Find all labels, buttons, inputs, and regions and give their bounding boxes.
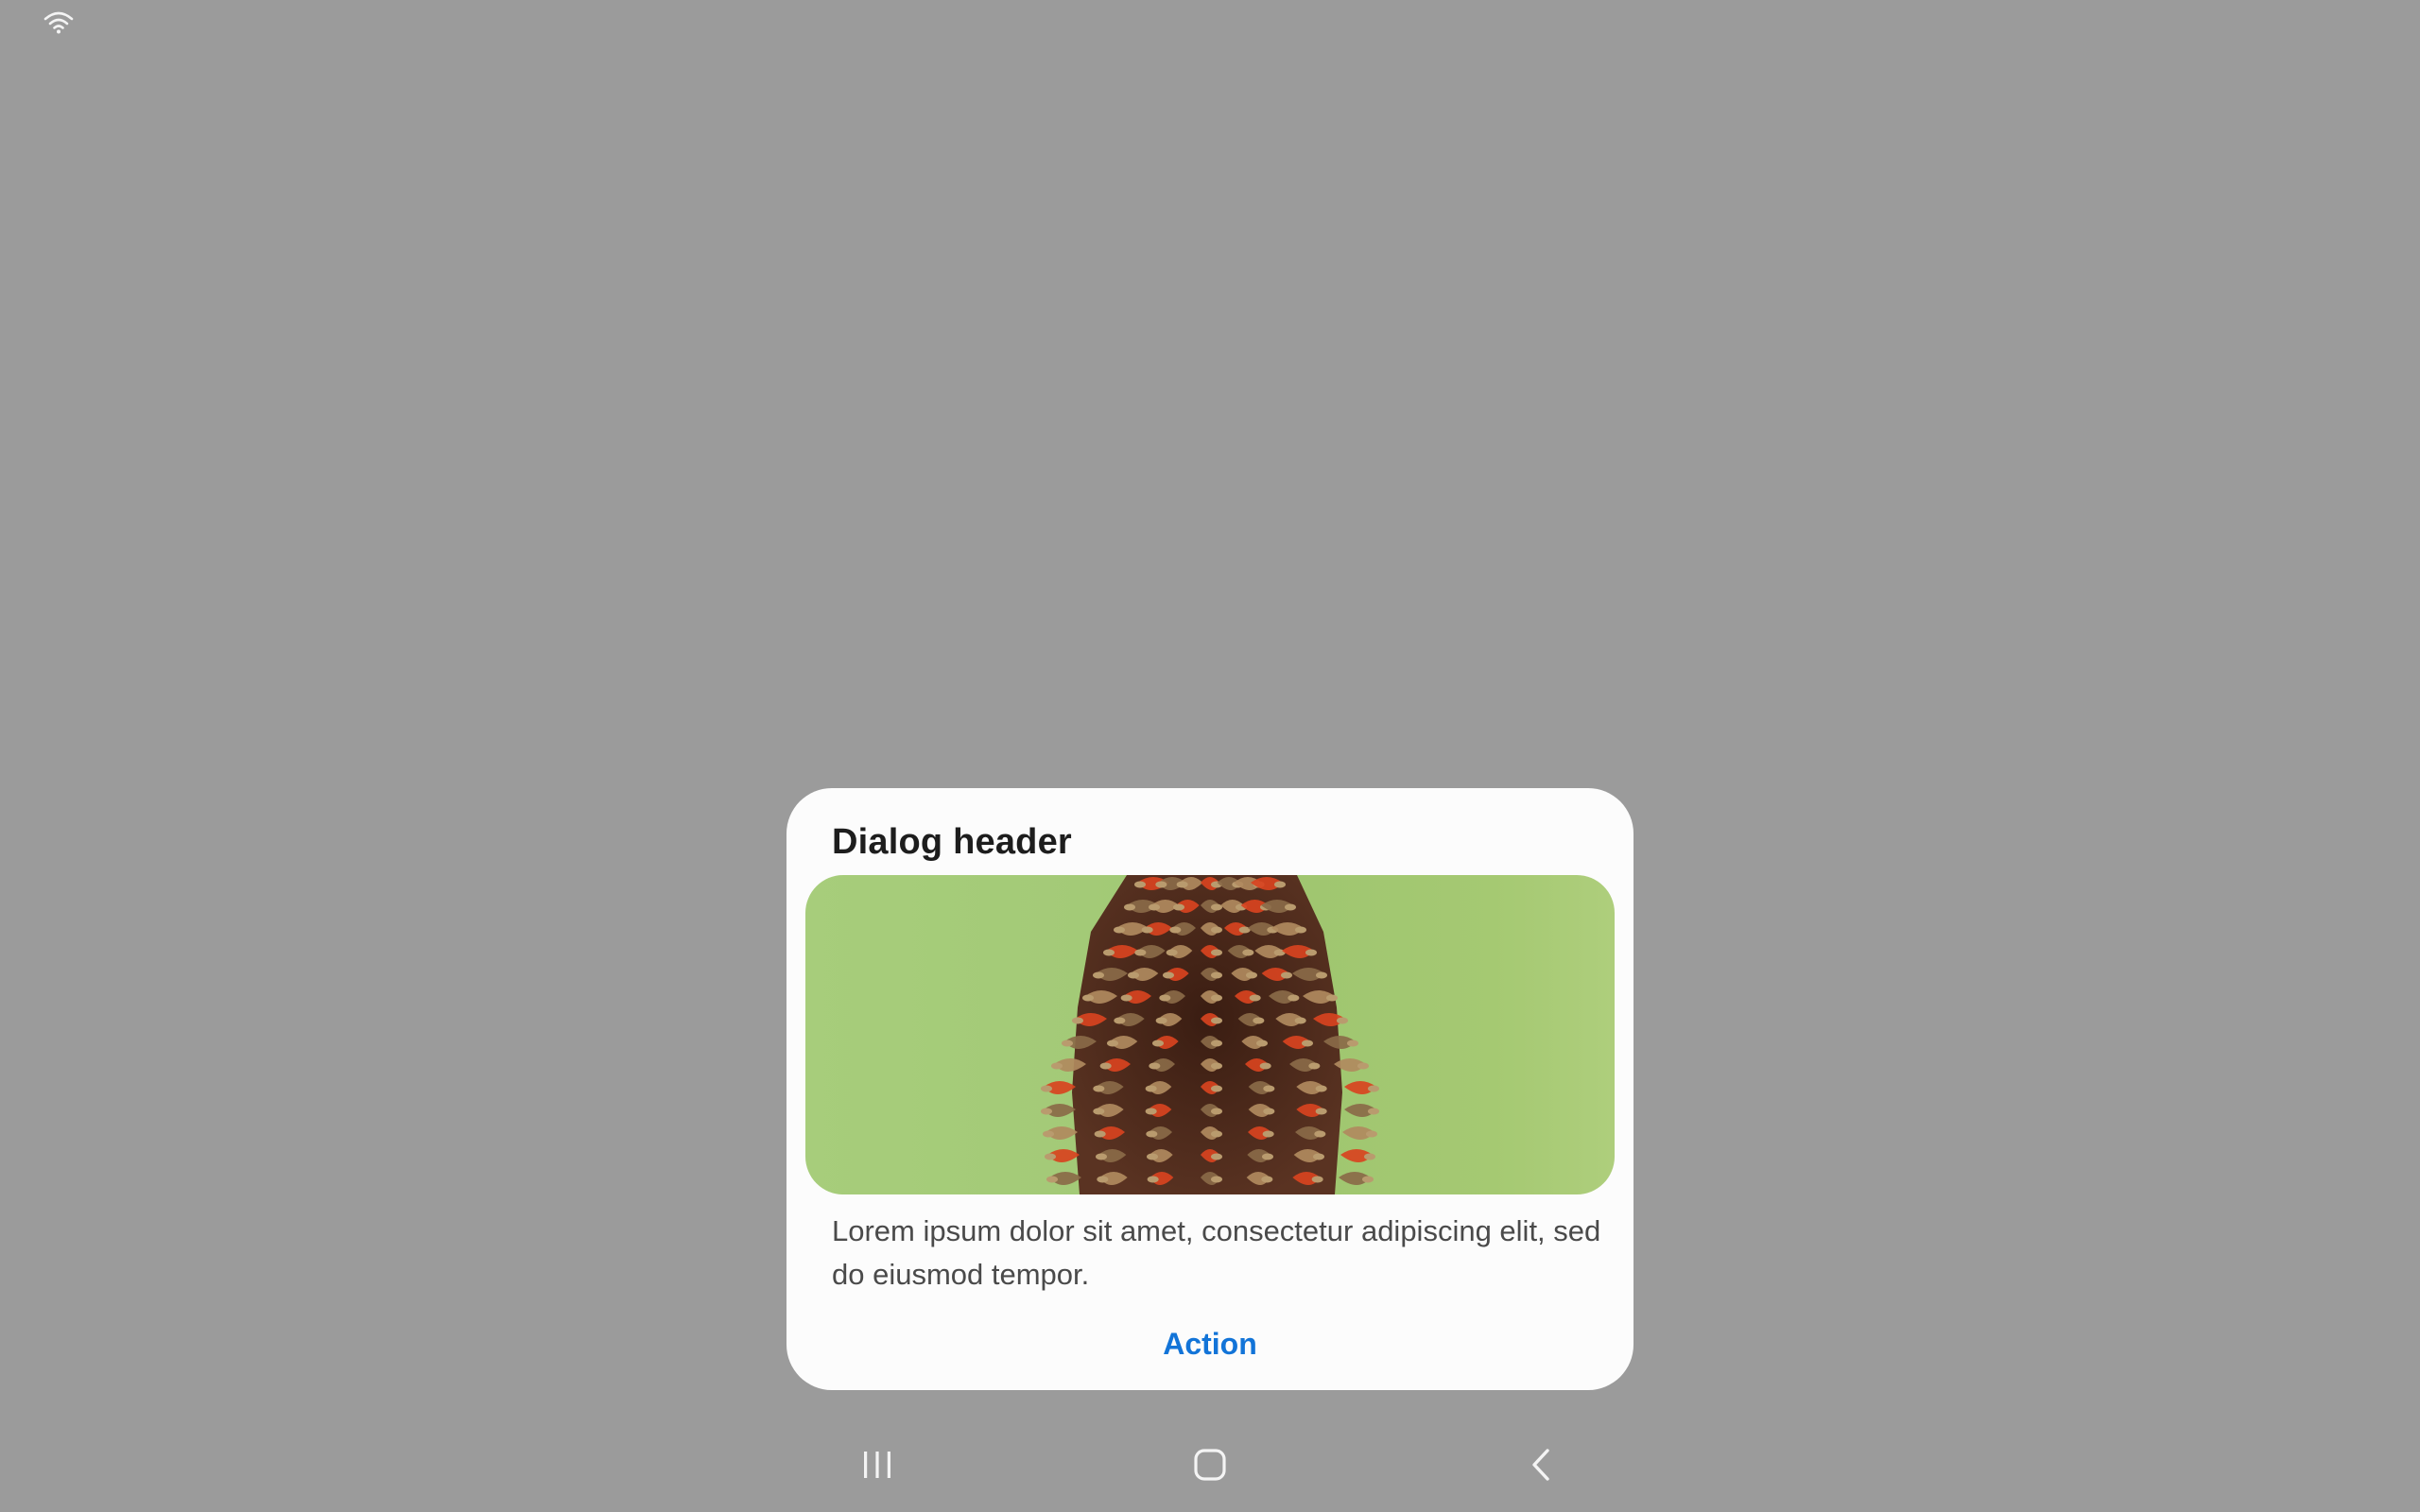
dialog-image	[805, 875, 1615, 1194]
recents-button[interactable]	[839, 1436, 915, 1493]
status-bar	[0, 0, 2420, 45]
home-icon	[1194, 1449, 1226, 1481]
pinecone-image	[1041, 875, 1379, 1194]
screen: Dialog header Lorem ipsum dolor sit amet…	[0, 0, 2420, 1512]
dialog-body-text: Lorem ipsum dolor sit amet, consectetur …	[832, 1214, 1601, 1291]
home-button[interactable]	[1172, 1436, 1248, 1493]
recents-icon	[864, 1452, 890, 1478]
dialog-title: Dialog header	[832, 822, 1072, 862]
wifi-icon	[43, 11, 74, 34]
dialog: Dialog header Lorem ipsum dolor sit amet…	[786, 788, 1634, 1390]
back-icon	[1532, 1449, 1549, 1481]
action-button[interactable]: Action	[786, 1327, 1634, 1362]
back-button[interactable]	[1503, 1436, 1579, 1493]
navigation-bar	[0, 1418, 2420, 1512]
